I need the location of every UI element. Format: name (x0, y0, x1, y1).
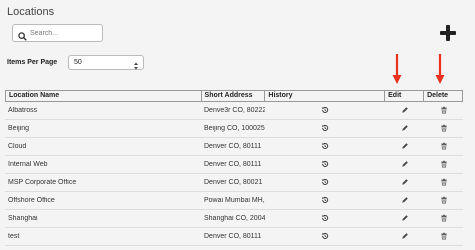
history-icon[interactable] (321, 232, 329, 242)
trash-icon[interactable] (440, 160, 448, 170)
location-name-cell: MSP Corporate Office (8, 179, 77, 186)
table-row: MSP Corporate Office Denver CO, 80021 (5, 174, 463, 192)
location-name-cell: Internal Web (8, 161, 48, 168)
location-name-cell: Offshore Office (8, 197, 55, 204)
history-icon[interactable] (321, 214, 329, 224)
trash-icon[interactable] (440, 142, 448, 152)
table-row: Albatross Denve3r CO, 80222 (5, 102, 463, 120)
history-icon[interactable] (321, 178, 329, 188)
short-address-cell: Denver CO, 80021 (204, 179, 263, 186)
column-header-edit: Edit (385, 91, 425, 101)
short-address-cell: Shanghai CO, 200433 (204, 215, 265, 222)
pencil-icon[interactable] (401, 178, 409, 188)
annotation-arrow-delete (435, 54, 445, 84)
trash-icon[interactable] (440, 124, 448, 134)
items-per-page-label: Items Per Page (7, 59, 58, 66)
history-icon[interactable] (321, 142, 329, 152)
search-icon (18, 28, 27, 46)
page-title: Locations (7, 6, 55, 18)
table-header: Location Name Short Address History Edit… (5, 90, 463, 102)
column-header-history: History (265, 91, 386, 101)
locations-table: Location Name Short Address History Edit… (5, 90, 463, 246)
pencil-icon[interactable] (401, 214, 409, 224)
add-location-button[interactable] (440, 25, 456, 41)
trash-icon[interactable] (440, 214, 448, 224)
location-name-cell: Beijing (8, 125, 30, 132)
annotation-arrow-edit (392, 54, 402, 84)
history-icon[interactable] (321, 106, 329, 116)
pencil-icon[interactable] (401, 124, 409, 134)
pencil-icon[interactable] (401, 106, 409, 116)
location-name-cell: Shanghai (8, 215, 38, 222)
table-row: Internal Web Denver CO, 80111 (5, 156, 463, 174)
short-address-cell: Denver CO, 80111 (204, 143, 262, 150)
history-icon[interactable] (321, 160, 329, 170)
items-per-page-select[interactable]: 50 (68, 55, 144, 70)
pencil-icon[interactable] (401, 142, 409, 152)
items-per-page-value: 50 (74, 59, 82, 66)
trash-icon[interactable] (440, 106, 448, 116)
short-address-cell: Powai Mumbai MH, 400076 (204, 197, 265, 204)
short-address-cell: Denve3r CO, 80222 (204, 107, 265, 114)
table-row: Shanghai Shanghai CO, 200433 (5, 210, 463, 228)
column-header-delete: Delete (424, 91, 463, 101)
location-name-cell: test (8, 233, 20, 240)
history-icon[interactable] (321, 196, 329, 206)
trash-icon[interactable] (440, 196, 448, 206)
short-address-cell: Beijing CO, 100025 (204, 125, 265, 132)
table-row: test Denver CO, 80111 (5, 228, 463, 246)
table-body: Albatross Denve3r CO, 80222 Beijing Beij… (5, 102, 463, 246)
table-row: Cloud Denver CO, 80111 (5, 138, 463, 156)
select-caret-icon (133, 58, 139, 76)
column-header-location-name[interactable]: Location Name (6, 91, 202, 101)
pencil-icon[interactable] (401, 196, 409, 206)
table-row: Offshore Office Powai Mumbai MH, 400076 (5, 192, 463, 210)
column-header-short-address[interactable]: Short Address (202, 91, 266, 101)
history-icon[interactable] (321, 124, 329, 134)
pencil-icon[interactable] (401, 160, 409, 170)
search-input[interactable] (30, 26, 100, 40)
search-box[interactable] (12, 24, 103, 42)
pencil-icon[interactable] (401, 232, 409, 242)
location-name-cell: Cloud (8, 143, 27, 150)
short-address-cell: Denver CO, 80111 (204, 161, 262, 168)
location-name-cell: Albatross (8, 107, 38, 114)
trash-icon[interactable] (440, 232, 448, 242)
trash-icon[interactable] (440, 178, 448, 188)
table-row: Beijing Beijing CO, 100025 (5, 120, 463, 138)
short-address-cell: Denver CO, 80111 (204, 233, 262, 240)
